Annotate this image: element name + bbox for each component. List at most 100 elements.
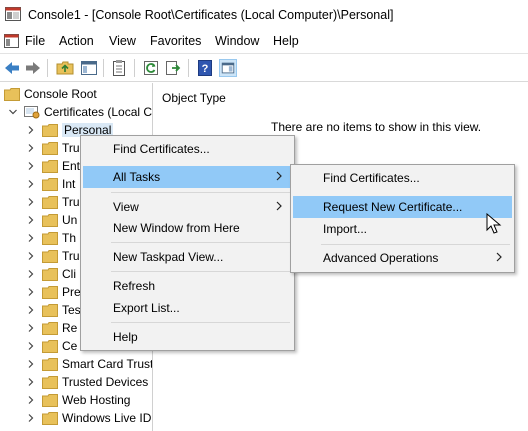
console-window-icon[interactable] [4,34,19,48]
menu-item-all-tasks[interactable]: All Tasks [83,166,292,188]
tree-label: Ent [62,159,81,173]
submenu-arrow-icon [276,171,282,181]
chevron-right-icon[interactable] [26,179,36,189]
folder-icon [42,159,58,173]
tree-item[interactable]: Ce [26,337,77,355]
chevron-right-icon[interactable] [26,359,36,369]
empty-view-message: There are no items to show in this view. [271,120,482,134]
toolbar: ? [0,53,528,82]
tree-item[interactable]: Tru [26,247,80,265]
tree-label: Web Hosting [62,393,131,407]
chevron-right-icon[interactable] [26,287,36,297]
tree-item-windows-live-id[interactable]: Windows Live ID [26,409,151,427]
folder-icon [42,411,58,425]
chevron-right-icon[interactable] [26,197,36,207]
menu-window[interactable]: Window [215,34,259,48]
up-folder-icon[interactable] [56,59,74,77]
folder-icon [42,249,58,263]
menu-item-view[interactable]: View [83,196,292,218]
back-arrow-icon[interactable] [3,59,21,77]
menu-item-import[interactable]: Import... [293,218,512,240]
help-icon[interactable]: ? [196,59,214,77]
menu-item-new-window-from-here[interactable]: New Window from Here [83,217,292,239]
tree-label: Pre [62,285,81,299]
chevron-right-icon[interactable] [26,377,36,387]
menu-action[interactable]: Action [59,34,94,48]
tree-item-console-root[interactable]: Console Root [4,85,97,103]
export-list-icon[interactable] [164,59,182,77]
chevron-right-icon[interactable] [26,251,36,261]
tree-label: Cli [62,267,76,281]
tree-item[interactable]: Tes [26,301,81,319]
tree-label: Re [62,321,78,335]
context-menu: Find Certificates... All Tasks View New … [80,135,295,351]
tree-item[interactable]: Ent [26,157,80,175]
tree-label: Console Root [24,87,97,101]
menu-favorites[interactable]: Favorites [150,34,201,48]
show-hide-action-pane-icon[interactable] [219,59,237,77]
tree-item[interactable]: Int [26,175,75,193]
mouse-cursor-icon [486,213,502,234]
tree-label: Windows Live ID [62,411,152,425]
folder-icon [42,267,58,281]
chevron-right-icon[interactable] [26,341,36,351]
properties-icon[interactable] [110,59,128,77]
menu-bar: File Action View Favorites Window Help [0,31,528,52]
tree-item-smart-card-trust[interactable]: Smart Card Trust [26,355,153,373]
folder-icon [42,375,58,389]
tree-item[interactable]: Th [26,229,76,247]
menu-help[interactable]: Help [273,34,299,48]
folder-icon [42,177,58,191]
chevron-right-icon[interactable] [26,143,36,153]
forward-arrow-icon[interactable] [24,59,42,77]
svg-text:?: ? [202,63,209,75]
tree-label: Certificates (Local C [44,105,153,119]
tree-label: Th [62,231,77,245]
chevron-right-icon[interactable] [26,323,36,333]
tree-item-web-hosting[interactable]: Web Hosting [26,391,130,409]
tree-label: Tru [62,141,80,155]
chevron-right-icon[interactable] [26,305,36,315]
chevron-down-icon[interactable] [8,107,18,117]
column-header-object-type[interactable]: Object Type [162,91,226,105]
menu-view[interactable]: View [109,34,136,48]
folder-icon [42,195,58,209]
mmc-console-icon [5,7,21,21]
title-bar: Console1 - [Console Root\Certificates (L… [0,0,528,31]
chevron-right-icon[interactable] [26,413,36,423]
folder-icon [42,357,58,371]
tree-item[interactable]: Un [26,211,77,229]
tree-label: Trusted Devices [62,375,149,389]
folder-icon [42,141,58,155]
refresh-icon[interactable] [142,59,160,77]
tree-label: Smart Card Trust [62,357,153,371]
tree-item-trusted-devices[interactable]: Trusted Devices [26,373,148,391]
chevron-right-icon[interactable] [26,269,36,279]
tree-item[interactable]: Tru [26,193,80,211]
menu-item-refresh[interactable]: Refresh [83,275,292,297]
tree-item[interactable]: Tru [26,139,80,157]
menu-item-advanced-operations[interactable]: Advanced Operations [293,247,512,269]
chevron-right-icon[interactable] [26,161,36,171]
menu-item-help[interactable]: Help [83,326,292,348]
menu-file[interactable]: File [25,34,45,48]
menu-item-find-certificates[interactable]: Find Certificates... [83,138,292,160]
tree-label: Tru [62,195,80,209]
tree-item[interactable]: Pre [26,283,81,301]
menu-item-new-taskpad-view[interactable]: New Taskpad View... [83,246,292,268]
menu-item-request-new-certificate[interactable]: Request New Certificate... [293,196,512,218]
chevron-right-icon[interactable] [26,395,36,405]
chevron-right-icon[interactable] [26,233,36,243]
tree-label: Tru [62,249,80,263]
tree-item[interactable]: Cli [26,265,76,283]
chevron-right-icon[interactable] [26,125,36,135]
menu-item-export-list[interactable]: Export List... [83,297,292,319]
chevron-right-icon[interactable] [26,215,36,225]
menu-item-find-certificates-sub[interactable]: Find Certificates... [293,167,512,189]
tree-item[interactable]: Re [26,319,77,337]
certificates-snapin-icon [24,105,40,118]
show-hide-tree-icon[interactable] [80,59,98,77]
window-title: Console1 - [Console Root\Certificates (L… [28,8,394,22]
tree-item-certificates[interactable]: Certificates (Local C [8,103,152,121]
tree-label: Tes [62,303,81,317]
